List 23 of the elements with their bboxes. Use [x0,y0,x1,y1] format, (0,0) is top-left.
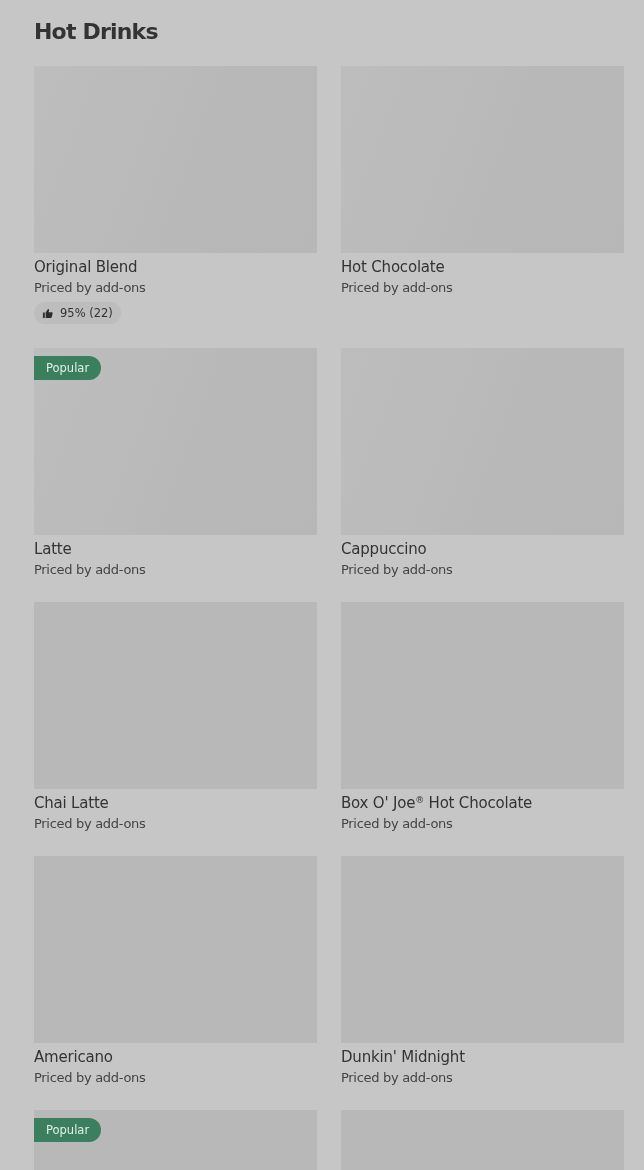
rating-text: 95% (22) [60,305,113,321]
item-name[interactable]: Latte [34,540,317,558]
item-price-note: Priced by add-ons [34,562,147,578]
item-name[interactable]: Chai Latte [34,794,317,812]
popular-badge: Popular [34,356,102,380]
image-placeholder[interactable]: Popular [34,1110,317,1170]
item-name[interactable]: Box O' Joe$^{®}$ Hot Chocolate [341,794,624,812]
item-price-note: Priced by add-ons [341,562,454,578]
item-price-note: Priced by add-ons [341,1070,454,1086]
popular-badge: Popular [34,1118,102,1142]
item-price-note: Priced by add-ons [34,280,147,296]
item-name[interactable]: Hot Chocolate [341,258,624,276]
item-name[interactable]: Dunkin' Midnight [341,1048,624,1066]
thumbs-up-icon [42,307,53,319]
section-title: Hot Drinks [34,18,159,46]
item-name[interactable]: Cappuccino [341,540,624,558]
item-price-note: Priced by add-ons [341,816,454,832]
item-price-note: Priced by add-ons [34,816,147,832]
item-price-note: Priced by add-ons [341,280,454,296]
image-placeholder[interactable]: Popular [34,348,317,535]
item-price-note: Priced by add-ons [34,1070,147,1086]
item-name[interactable]: Americano [34,1048,317,1066]
item-name[interactable]: Original Blend [34,258,317,276]
